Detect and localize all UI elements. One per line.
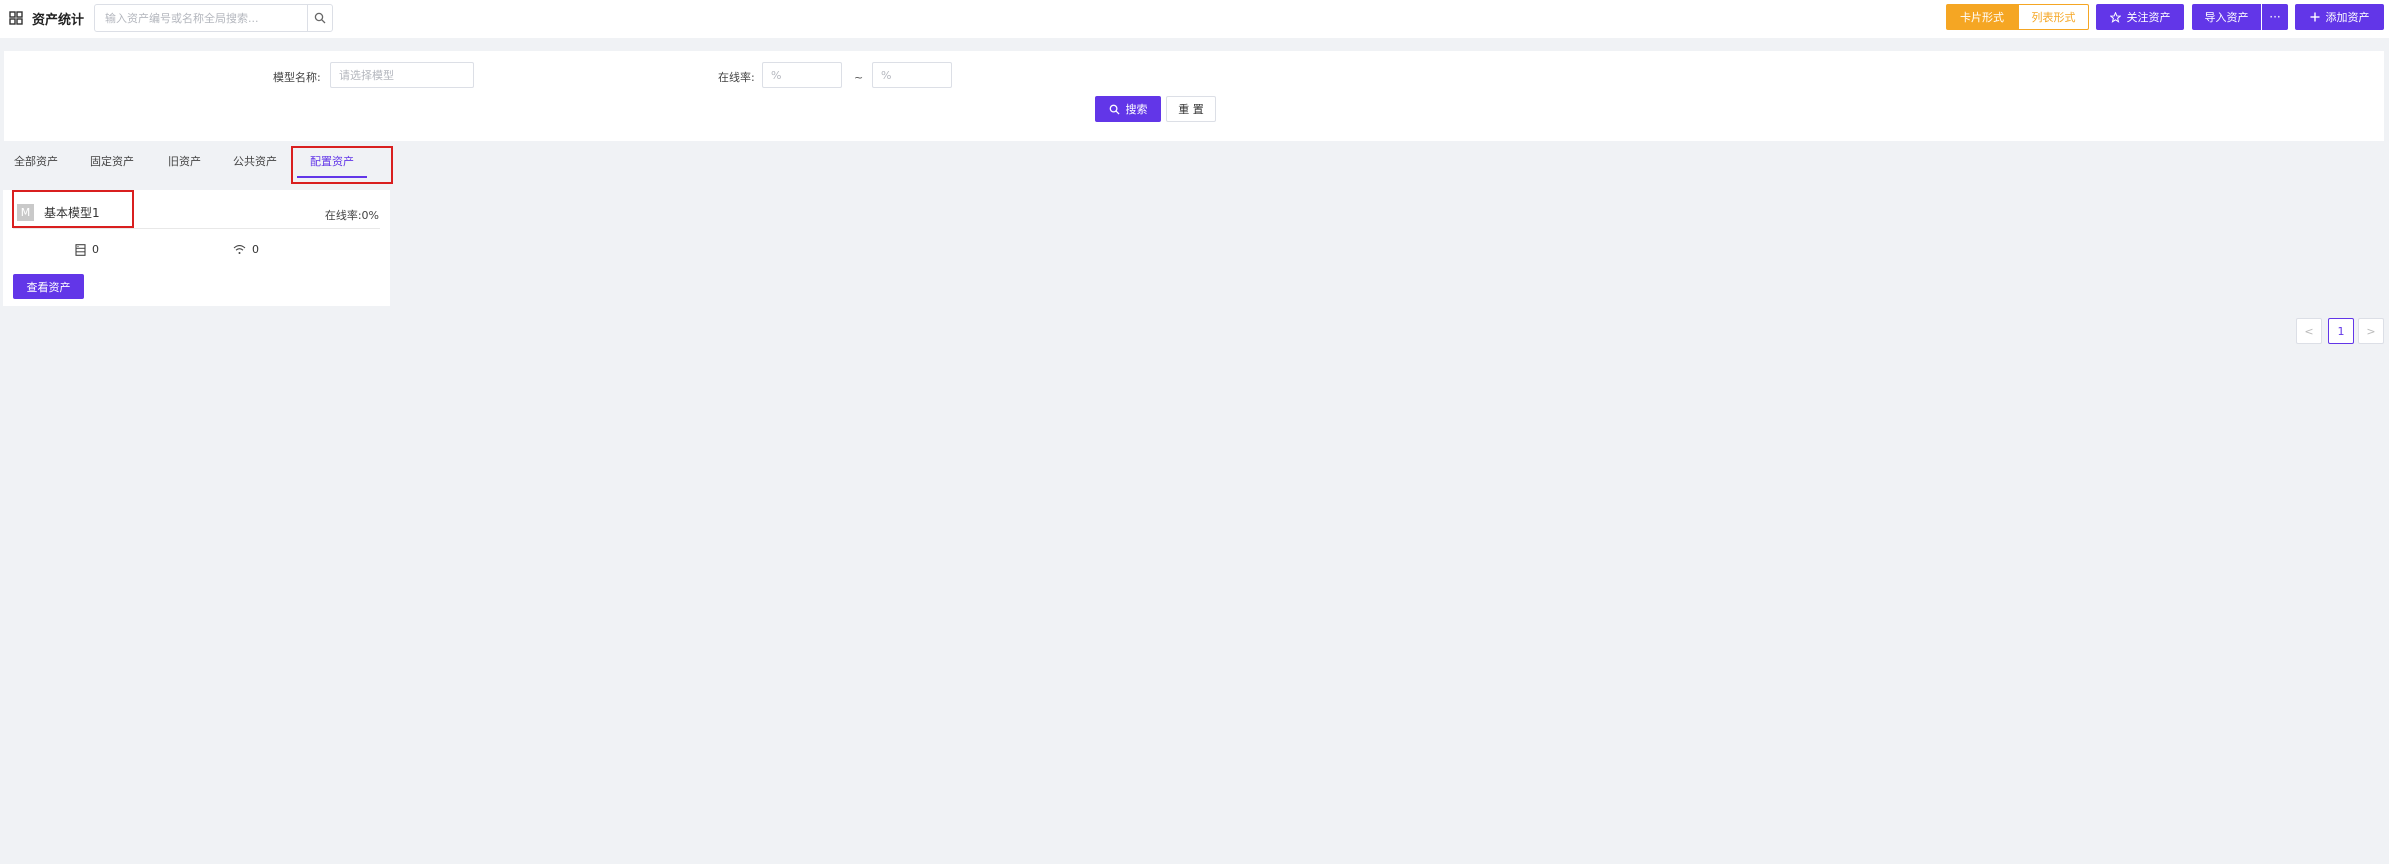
range-separator: ~ <box>854 71 864 84</box>
server-icon <box>75 243 86 256</box>
plus-icon <box>2310 12 2319 22</box>
add-asset-button[interactable]: 添加资产 <box>2295 4 2384 30</box>
more-icon: ··· <box>2269 10 2281 24</box>
online-rate-label: 在线率: <box>718 71 755 84</box>
model-name-select[interactable] <box>330 62 474 88</box>
list-view-button[interactable]: 列表形式 <box>2018 4 2089 30</box>
global-search-input[interactable] <box>95 5 308 31</box>
grid-icon <box>9 11 23 25</box>
follow-assets-label: 关注资产 <box>2126 11 2171 24</box>
highlight-box-model <box>12 190 134 228</box>
card-view-label: 卡片形式 <box>1960 11 2004 24</box>
view-assets-button[interactable]: 查看资产 <box>13 274 84 299</box>
page-number: 1 <box>2337 324 2345 338</box>
card-view-button[interactable]: 卡片形式 <box>1946 4 2018 30</box>
follow-assets-button[interactable]: 关注资产 <box>2096 4 2184 30</box>
tab-all-assets[interactable]: 全部资产 <box>14 153 58 169</box>
online-count-value: 0 <box>252 243 259 256</box>
chevron-right-icon: > <box>2366 324 2376 338</box>
card-divider <box>13 228 380 229</box>
pagination-next-button[interactable]: > <box>2358 318 2384 344</box>
global-search-box <box>94 4 333 32</box>
page-title: 资产统计 <box>32 13 85 28</box>
view-assets-label: 查看资产 <box>26 280 71 294</box>
reset-button-label: 重 置 <box>1178 103 1204 116</box>
card-online-rate-label: 在线率: <box>324 209 362 222</box>
list-view-label: 列表形式 <box>2031 11 2076 24</box>
online-count-stat: 0 <box>233 243 259 256</box>
import-more-button[interactable]: ··· <box>2262 4 2288 30</box>
global-search-button[interactable] <box>307 5 332 31</box>
online-rate-max-input[interactable] <box>872 62 952 88</box>
star-icon <box>2109 11 2121 23</box>
online-rate-min-input[interactable] <box>762 62 842 88</box>
wifi-icon <box>233 245 246 254</box>
card-online-rate: 在线率:0% <box>325 207 379 223</box>
card-online-rate-value: 0% <box>361 209 379 222</box>
pagination-page-1[interactable]: 1 <box>2328 318 2354 344</box>
tab-public-assets[interactable]: 公共资产 <box>233 153 277 169</box>
device-count-stat: 0 <box>75 243 99 256</box>
add-asset-label: 添加资产 <box>2325 11 2370 24</box>
search-icon <box>314 12 326 24</box>
pagination-prev-button[interactable]: < <box>2296 318 2322 344</box>
search-button-label: 搜索 <box>1125 103 1148 116</box>
chevron-left-icon: < <box>2304 324 2314 338</box>
tab-old-assets[interactable]: 旧资产 <box>168 153 201 169</box>
import-assets-button[interactable]: 导入资产 <box>2192 4 2261 30</box>
search-button[interactable]: 搜索 <box>1095 96 1161 122</box>
import-assets-label: 导入资产 <box>2204 11 2249 24</box>
tab-fixed-assets[interactable]: 固定资产 <box>90 153 134 169</box>
device-count-value: 0 <box>92 243 99 256</box>
highlight-box-tab <box>291 146 393 184</box>
model-name-label: 模型名称: <box>273 71 321 84</box>
search-icon <box>1109 104 1120 115</box>
reset-button[interactable]: 重 置 <box>1166 96 1216 122</box>
top-bar: 资产统计 卡片形式 列表形式 关注资产 导入资产 ··· 添加资产 <box>0 0 2389 38</box>
